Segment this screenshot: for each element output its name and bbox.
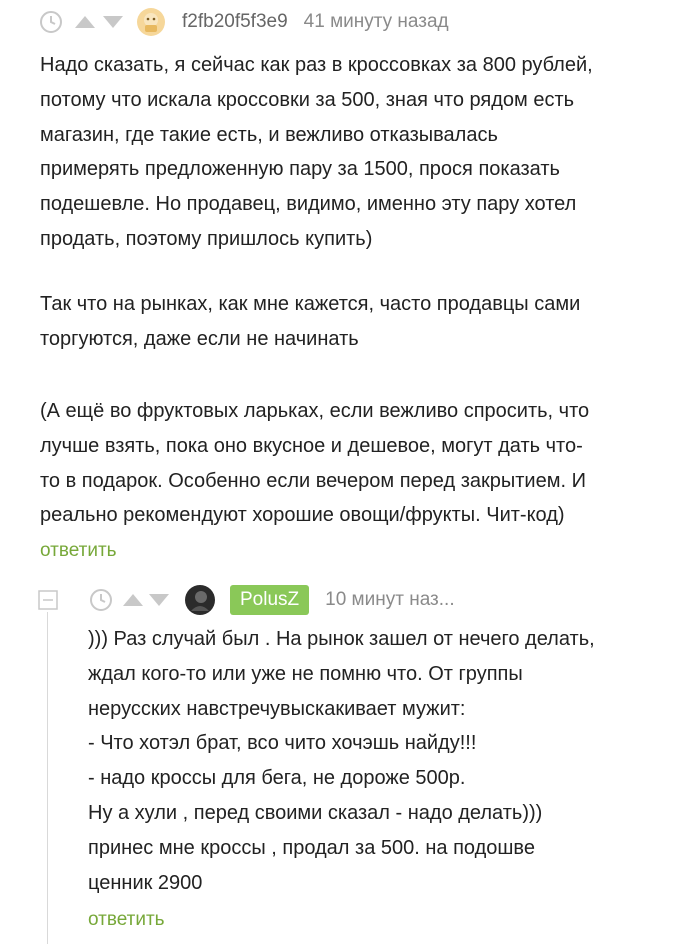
timestamp[interactable]: 10 минут наз... — [325, 589, 454, 611]
reply-link[interactable]: ответить — [88, 909, 165, 931]
comment-paragraph: Так что на рынках, как мне кажется, част… — [40, 293, 581, 350]
avatar[interactable] — [184, 584, 216, 616]
username[interactable]: f2fb20f5f3e9 — [182, 11, 288, 33]
comment-paragraph: Надо сказать, я сейчас как раз в кроссов… — [40, 54, 593, 250]
upvote-icon[interactable] — [72, 9, 98, 35]
downvote-icon[interactable] — [146, 587, 172, 613]
comment-header: f2fb20f5f3e9 41 минуту назад — [38, 2, 449, 42]
timestamp[interactable]: 41 минуту назад — [304, 11, 449, 33]
username-badge[interactable]: PolusZ — [230, 585, 310, 615]
clock-icon[interactable] — [38, 9, 64, 35]
upvote-icon[interactable] — [120, 587, 146, 613]
avatar[interactable] — [136, 7, 166, 37]
thread-line — [47, 612, 48, 944]
comment-paragraph: (А ещё во фруктовых ларьках, если вежлив… — [40, 400, 590, 527]
collapse-icon[interactable] — [38, 590, 58, 610]
clock-icon[interactable] — [88, 587, 114, 613]
reply-link[interactable]: ответить — [40, 540, 117, 562]
downvote-icon[interactable] — [100, 9, 126, 35]
comment-header: PolusZ 10 минут наз... — [38, 580, 455, 620]
comment-text: ))) Раз случай был . На рынок зашел от н… — [88, 628, 595, 894]
